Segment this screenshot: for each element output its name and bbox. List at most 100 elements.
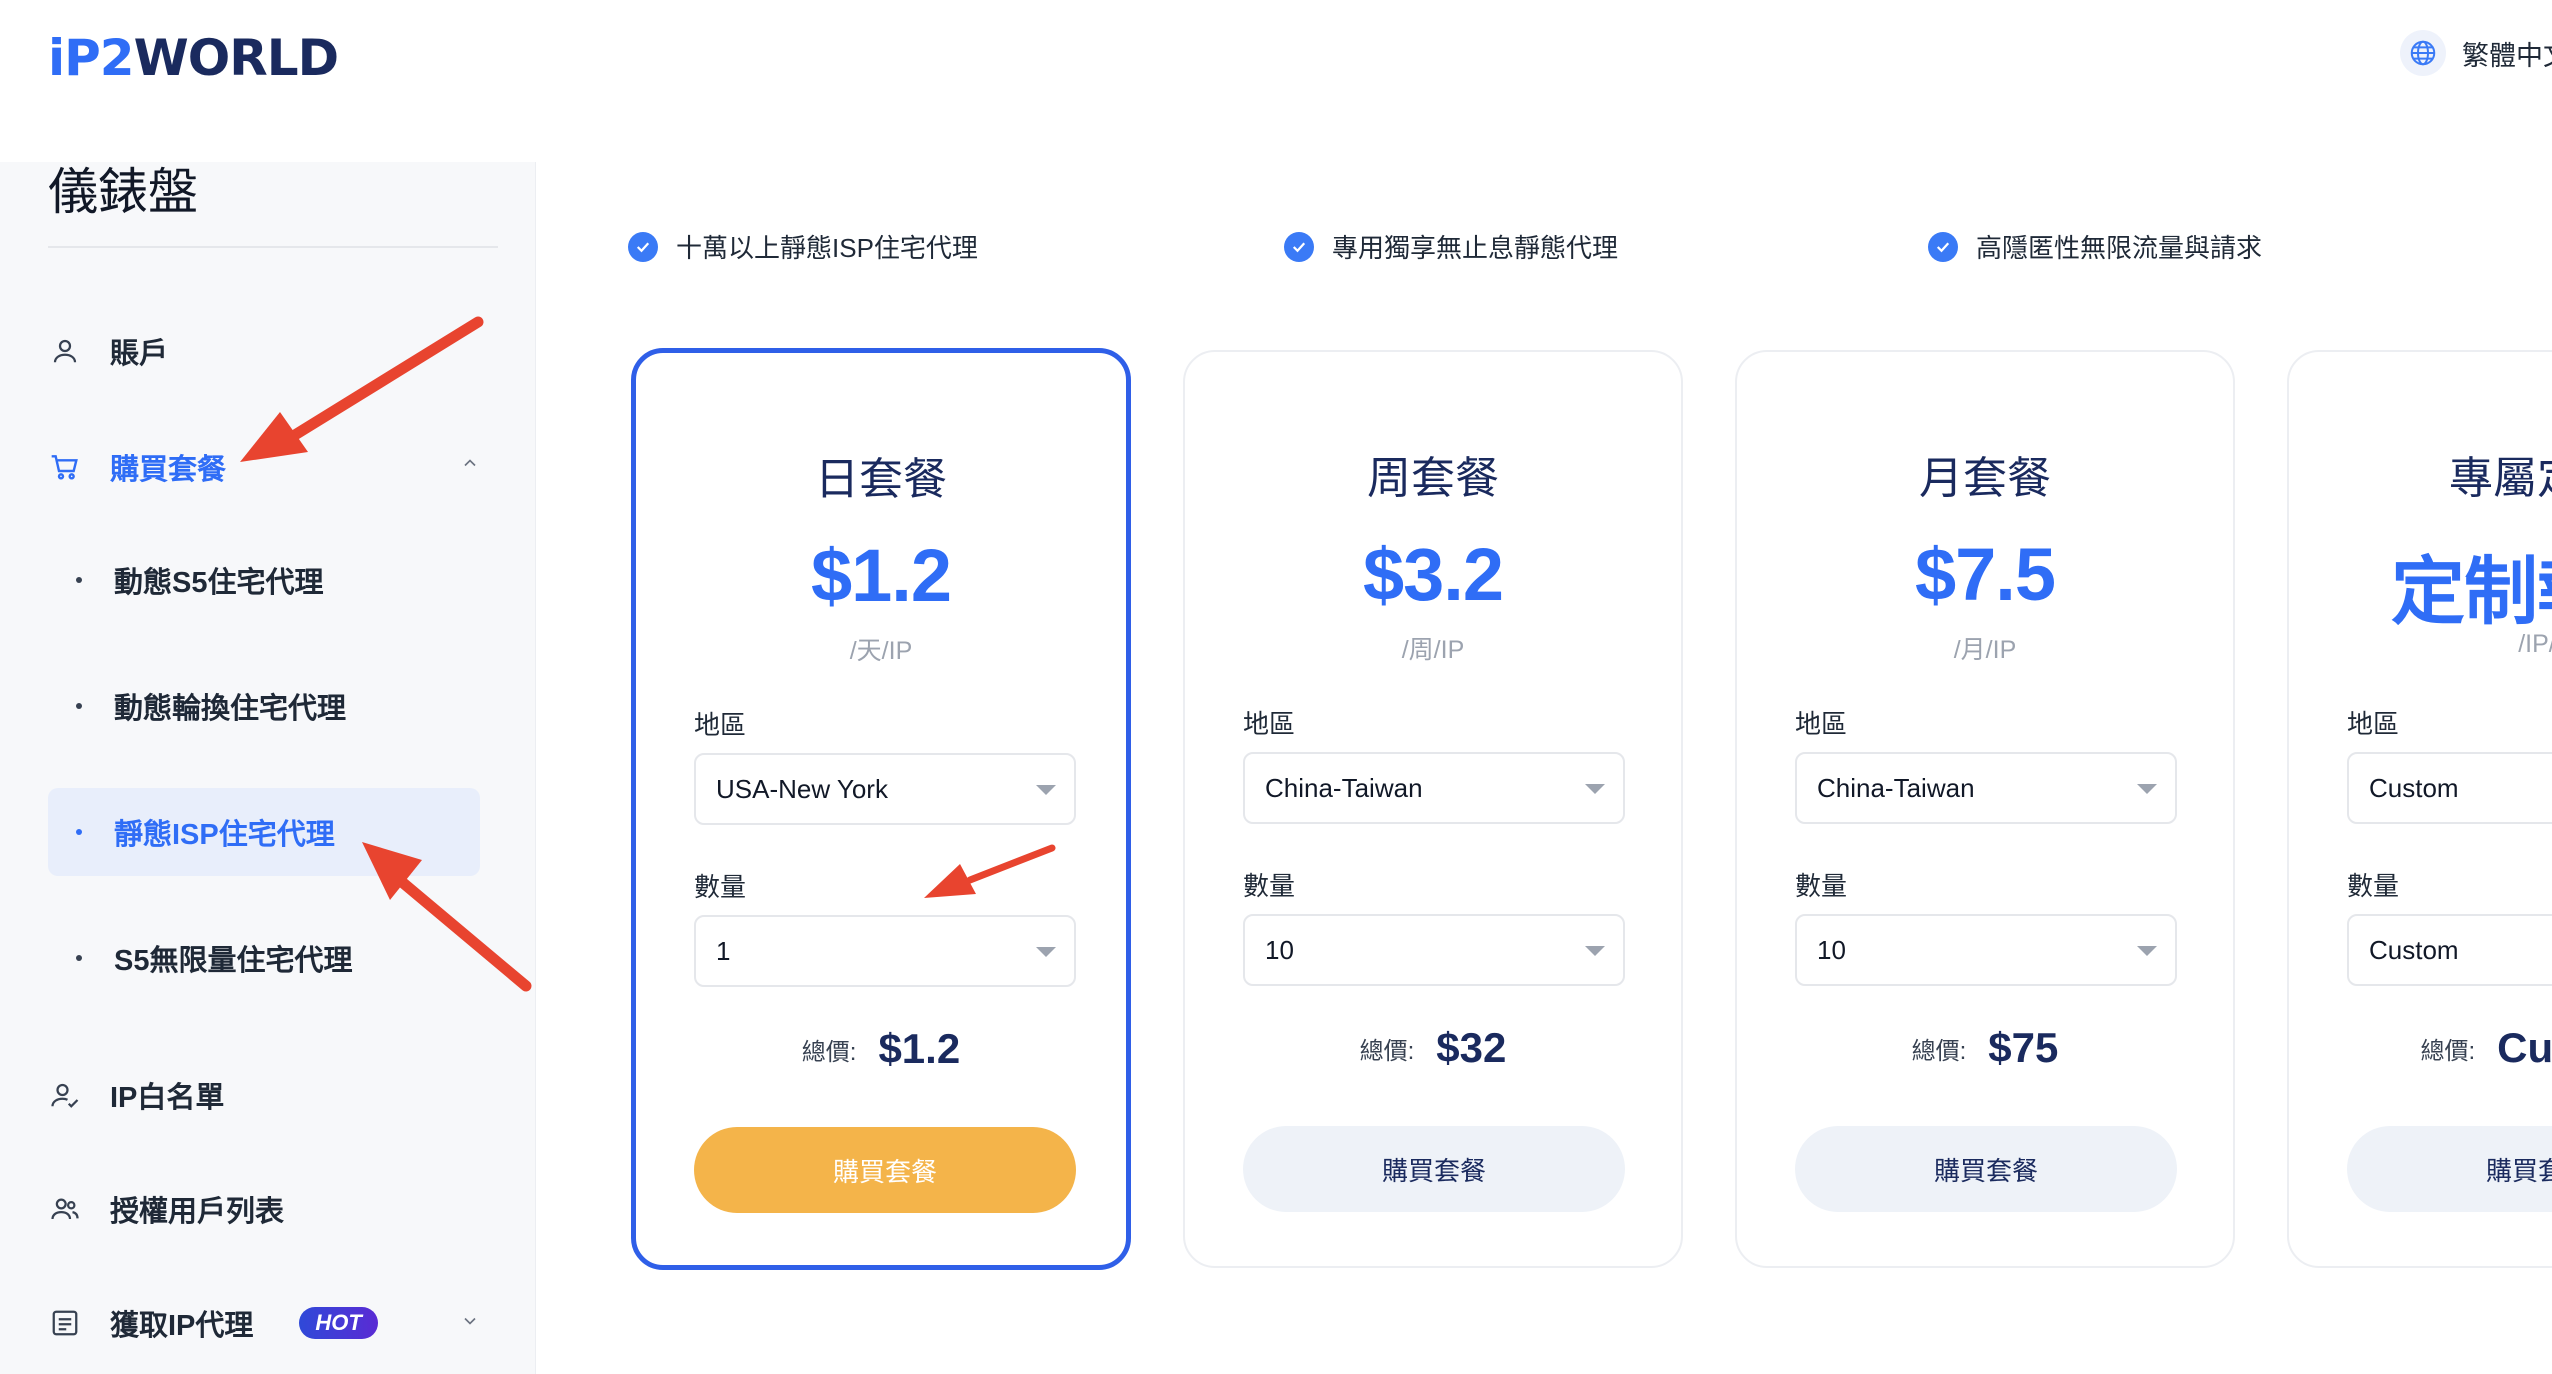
- sidebar-item-buy-plan[interactable]: 購買套餐: [48, 446, 226, 488]
- total-value: $32: [1436, 1024, 1507, 1071]
- caret-down-icon: [1585, 946, 1605, 956]
- caret-down-icon: [1036, 947, 1056, 957]
- plan-title: 周套餐: [1367, 454, 1499, 503]
- sub-item-label: 動態輪換住宅代理: [114, 693, 347, 725]
- hot-badge: HOT: [299, 1307, 378, 1339]
- region-value: China-Taiwan: [1817, 772, 1975, 803]
- caret-down-icon: [2137, 946, 2157, 956]
- quantity-select[interactable]: 10: [1795, 914, 2177, 986]
- region-label: 地區: [694, 710, 747, 740]
- plan-card-custom[interactable]: 專屬定制 定制報價 /IP/ 地區 Custom 數量 Custom 總價: C…: [2287, 350, 2552, 1268]
- check-circle-icon: [628, 231, 658, 262]
- region-select[interactable]: USA-New York: [694, 753, 1076, 825]
- plan-title: 專屬定制: [2449, 454, 2552, 503]
- plan-card-daily[interactable]: 日套餐 $1.2 /天/IP 地區 USA-New York 數量 1 總價: …: [631, 348, 1131, 1270]
- sidebar-item-get-ip-proxy[interactable]: 獲取IP代理 HOT: [48, 1302, 378, 1344]
- quantity-label: 數量: [2347, 871, 2400, 901]
- quantity-select[interactable]: Custom: [2347, 914, 2552, 986]
- check-circle-icon: [1928, 231, 1958, 262]
- bullet-dot: [76, 829, 82, 835]
- plan-title: 月套餐: [1919, 454, 2051, 503]
- sub-item-dynamic-s5[interactable]: 動態S5住宅代理: [48, 536, 480, 624]
- total-price: 總價: $32: [1185, 1024, 1681, 1072]
- region-value: China-Taiwan: [1265, 772, 1423, 803]
- buy-plan-button[interactable]: 購買套餐: [1243, 1126, 1625, 1212]
- quantity-select[interactable]: 1: [694, 915, 1076, 987]
- total-label: 總價:: [1911, 1037, 1967, 1065]
- caret-down-icon: [2137, 784, 2157, 794]
- total-price: 總價: $75: [1737, 1024, 2233, 1072]
- region-label: 地區: [1795, 709, 1848, 739]
- sidebar-item-label: 賬戶: [110, 338, 169, 370]
- plan-card-weekly[interactable]: 周套餐 $3.2 /周/IP 地區 China-Taiwan 數量 10 總價:…: [1183, 350, 1683, 1268]
- total-label: 總價:: [1359, 1037, 1415, 1065]
- plan-price: $7.5: [1914, 533, 2056, 616]
- chevron-up-icon[interactable]: [460, 452, 480, 480]
- total-price: 總價: $1.2: [636, 1025, 1126, 1073]
- sidebar-item-authorized-users[interactable]: 授權用戶列表: [48, 1188, 284, 1230]
- region-value: Custom: [2369, 772, 2459, 803]
- buy-plan-button[interactable]: 購買套餐: [1795, 1126, 2177, 1212]
- bullet-dot: [76, 577, 82, 583]
- ip2world-logo[interactable]: iP 2 WORLD: [48, 28, 340, 88]
- region-select[interactable]: Custom: [2347, 752, 2552, 824]
- feature-item: 高隱匿性無限流量與請求: [1928, 228, 2262, 265]
- plan-price: $1.2: [810, 534, 952, 617]
- region-value: USA-New York: [716, 773, 888, 804]
- check-circle-icon: [1284, 231, 1314, 262]
- sidebar-item-account[interactable]: 賬戶: [48, 330, 168, 372]
- plan-card-monthly[interactable]: 月套餐 $7.5 /月/IP 地區 China-Taiwan 數量 10 總價:…: [1735, 350, 2235, 1268]
- region-label: 地區: [1243, 709, 1296, 739]
- total-value: Custom: [2497, 1024, 2552, 1071]
- total-value: $75: [1988, 1024, 2059, 1071]
- users-icon: [48, 1192, 82, 1226]
- quantity-select[interactable]: 10: [1243, 914, 1625, 986]
- sidebar-item-ip-whitelist[interactable]: IP白名單: [48, 1074, 224, 1116]
- total-value: $1.2: [878, 1025, 961, 1072]
- total-price: 總價: Custom: [2289, 1024, 2552, 1072]
- language-switcher[interactable]: 繁體中文: [2400, 30, 2552, 76]
- plan-unit: /天/IP: [849, 637, 913, 665]
- sidebar-item-label: 購買套餐: [110, 454, 227, 486]
- cart-icon: [48, 450, 82, 484]
- total-label: 總價:: [2420, 1037, 2476, 1065]
- sidebar-item-label: 獲取IP代理: [110, 1310, 254, 1342]
- logo-world: WORLD: [133, 29, 340, 87]
- sub-item-static-isp[interactable]: 靜態ISP住宅代理: [48, 788, 480, 876]
- top-header: iP2WORLD 繁體中文: [0, 0, 2552, 162]
- plan-unit: /IP/: [2518, 630, 2552, 658]
- quantity-label: 數量: [1795, 871, 1848, 901]
- user-check-icon: [48, 1078, 82, 1112]
- total-label: 總價:: [801, 1038, 857, 1066]
- sidebar-title: 儀錶盤: [48, 164, 198, 220]
- sidebar: 儀錶盤 賬戶 購買套餐 動態S5住宅代理 動態輪換住宅代理 靜態ISP住宅代理 …: [0, 162, 536, 1374]
- region-select[interactable]: China-Taiwan: [1243, 752, 1625, 824]
- buy-plan-button[interactable]: 購買套餐: [694, 1127, 1076, 1213]
- caret-down-icon: [1585, 784, 1605, 794]
- sidebar-divider: [48, 246, 498, 248]
- sub-item-s5-unlimited[interactable]: S5無限量住宅代理: [48, 914, 480, 1002]
- chevron-down-icon[interactable]: [460, 1310, 480, 1338]
- quantity-value: 10: [1817, 934, 1846, 965]
- list-icon: [48, 1306, 82, 1340]
- sub-item-dynamic-rotating[interactable]: 動態輪換住宅代理: [48, 662, 480, 750]
- sidebar-item-label: 授權用戶列表: [110, 1196, 285, 1228]
- bullet-dot: [76, 703, 82, 709]
- region-label: 地區: [2347, 709, 2400, 739]
- quantity-label: 數量: [694, 872, 747, 902]
- plan-price: 定制報價: [2391, 550, 2552, 633]
- bullet-dot: [76, 955, 82, 961]
- quantity-value: 1: [716, 935, 731, 966]
- buy-plan-button[interactable]: 購買套餐: [2347, 1126, 2552, 1212]
- feature-label: 專用獨享無止息靜態代理: [1332, 233, 1619, 263]
- logo-ip: iP: [48, 29, 101, 87]
- sub-item-label: S5無限量住宅代理: [114, 945, 353, 977]
- region-select[interactable]: China-Taiwan: [1795, 752, 2177, 824]
- quantity-value: Custom: [2369, 934, 2459, 965]
- language-label: 繁體中文: [2462, 40, 2552, 71]
- feature-label: 高隱匿性無限流量與請求: [1976, 233, 2263, 263]
- quantity-value: 10: [1265, 934, 1294, 965]
- plan-unit: /月/IP: [1953, 636, 2017, 664]
- user-icon: [48, 334, 82, 368]
- quantity-label: 數量: [1243, 871, 1296, 901]
